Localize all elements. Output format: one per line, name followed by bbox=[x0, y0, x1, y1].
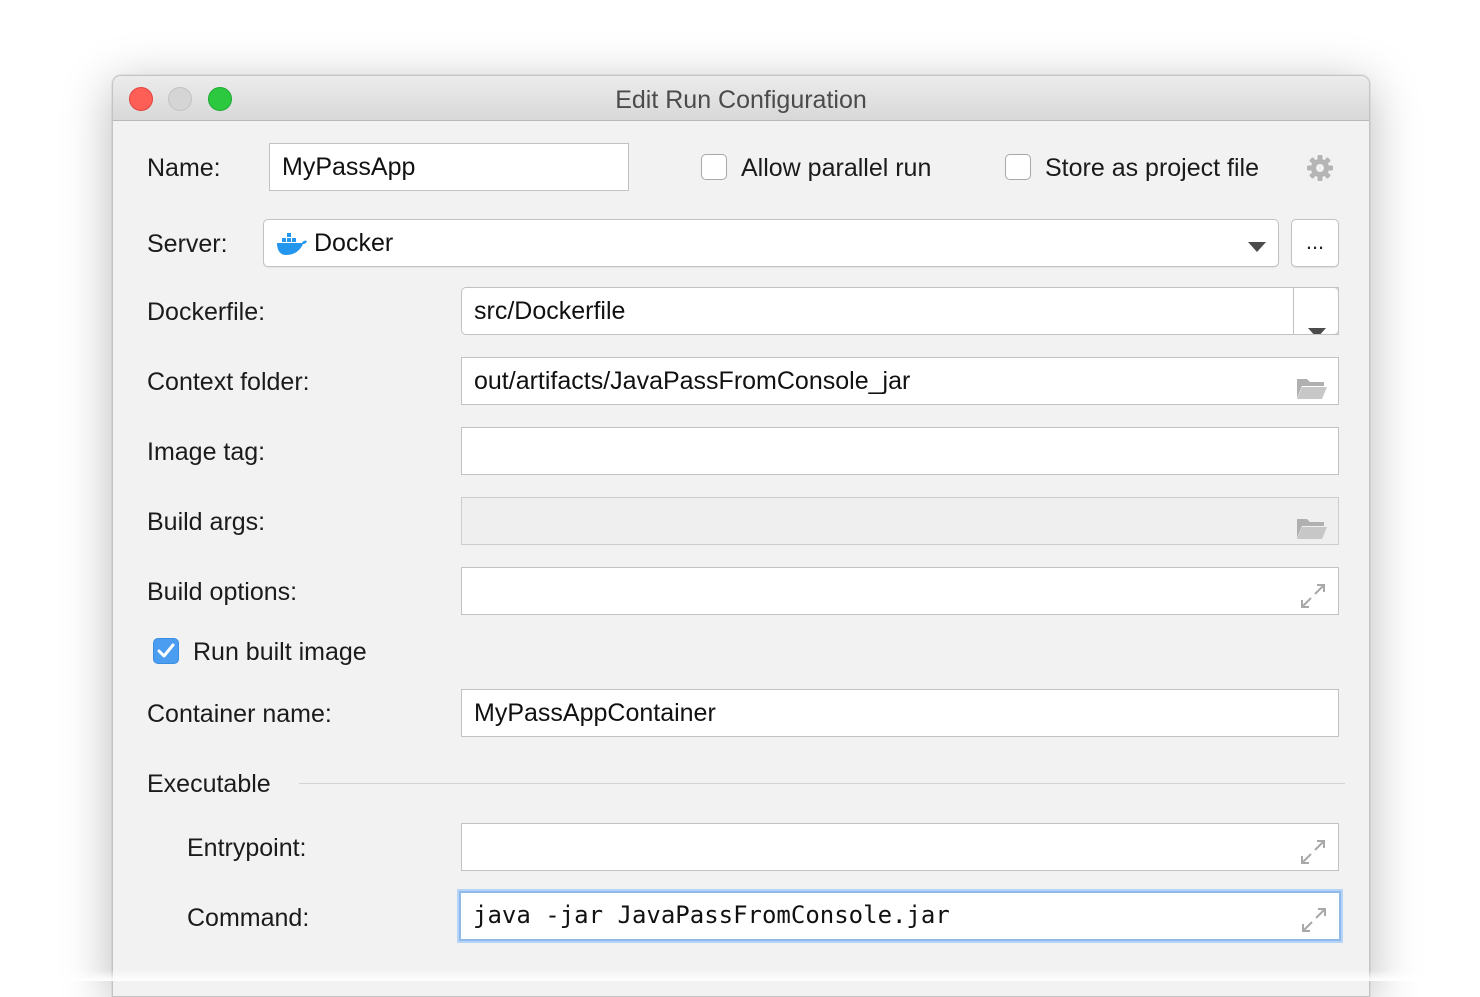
expand-icon[interactable] bbox=[1300, 578, 1326, 614]
folder-icon[interactable] bbox=[1296, 369, 1328, 404]
server-more-button[interactable]: ... bbox=[1291, 219, 1339, 267]
store-as-project-file-label[interactable]: Store as project file bbox=[1045, 153, 1259, 183]
expand-icon[interactable] bbox=[1300, 834, 1326, 870]
context-folder-input[interactable]: out/artifacts/JavaPassFromConsole_jar bbox=[461, 357, 1339, 405]
name-input-value: MyPassApp bbox=[282, 153, 416, 181]
server-dropdown-value: Docker bbox=[314, 229, 394, 257]
executable-section-title: Executable bbox=[147, 770, 271, 798]
server-label: Server: bbox=[147, 230, 228, 258]
run-built-image-checkbox[interactable] bbox=[153, 638, 179, 664]
edit-run-configuration-dialog: Edit Run Configuration Name: MyPassApp A… bbox=[112, 75, 1370, 997]
expand-icon[interactable] bbox=[1301, 903, 1327, 939]
allow-parallel-run-label[interactable]: Allow parallel run bbox=[741, 153, 931, 183]
build-args-label: Build args: bbox=[147, 508, 266, 536]
entrypoint-label: Entrypoint: bbox=[187, 834, 307, 862]
chevron-down-icon bbox=[1248, 239, 1266, 257]
build-args-input[interactable] bbox=[461, 497, 1339, 545]
command-input[interactable]: java -jar JavaPassFromConsole.jar bbox=[459, 891, 1341, 941]
context-folder-label: Context folder: bbox=[147, 368, 310, 396]
name-label: Name: bbox=[147, 154, 221, 182]
command-label: Command: bbox=[187, 904, 310, 932]
title-bar: Edit Run Configuration bbox=[113, 76, 1369, 121]
window-title: Edit Run Configuration bbox=[615, 86, 867, 114]
dockerfile-label: Dockerfile: bbox=[147, 298, 266, 326]
image-tag-label: Image tag: bbox=[147, 438, 266, 466]
dockerfile-dropdown-button[interactable] bbox=[1293, 287, 1339, 335]
store-as-project-file-checkbox[interactable] bbox=[1005, 154, 1031, 180]
command-input-value: java -jar JavaPassFromConsole.jar bbox=[473, 901, 950, 929]
server-dropdown[interactable]: Docker bbox=[263, 219, 1279, 267]
allow-parallel-run-checkbox[interactable] bbox=[701, 154, 727, 180]
dockerfile-input[interactable]: src/Dockerfile bbox=[461, 287, 1339, 335]
run-built-image-label[interactable]: Run built image bbox=[193, 637, 367, 667]
context-folder-input-value: out/artifacts/JavaPassFromConsole_jar bbox=[474, 367, 911, 395]
name-input[interactable]: MyPassApp bbox=[269, 143, 629, 191]
entrypoint-input[interactable] bbox=[461, 823, 1339, 871]
container-name-label: Container name: bbox=[147, 700, 332, 728]
container-name-input-value: MyPassAppContainer bbox=[474, 699, 716, 727]
folder-icon[interactable] bbox=[1296, 509, 1328, 544]
gear-icon[interactable] bbox=[1305, 153, 1335, 188]
dockerfile-input-value: src/Dockerfile bbox=[474, 297, 626, 325]
chevron-down-icon bbox=[1308, 307, 1326, 334]
image-tag-input[interactable] bbox=[461, 427, 1339, 475]
build-options-label: Build options: bbox=[147, 578, 298, 606]
docker-icon bbox=[276, 231, 308, 262]
build-options-input[interactable] bbox=[461, 567, 1339, 615]
container-name-input[interactable]: MyPassAppContainer bbox=[461, 689, 1339, 737]
executable-separator bbox=[299, 783, 1345, 784]
